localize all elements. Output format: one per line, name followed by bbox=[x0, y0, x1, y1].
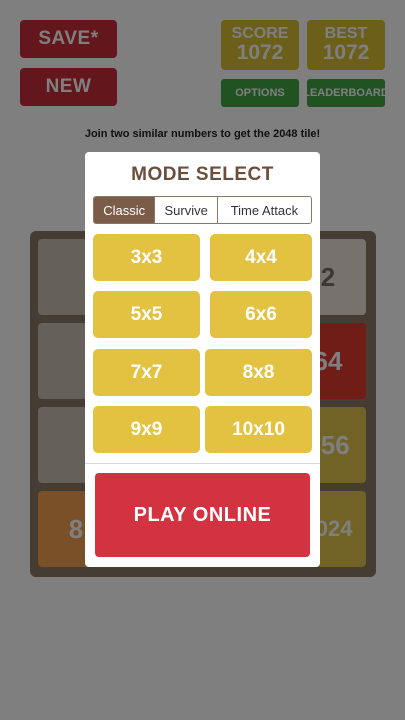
play-online-button[interactable]: PLAY ONLINE bbox=[95, 473, 310, 557]
mode-tabs: Classic Survive Time Attack bbox=[93, 196, 312, 224]
size-7x7-button[interactable]: 7x7 bbox=[93, 349, 200, 396]
size-6x6-button[interactable]: 6x6 bbox=[210, 291, 312, 338]
mode-select-dialog: MODE SELECT Classic Survive Time Attack … bbox=[85, 152, 320, 567]
dialog-title: MODE SELECT bbox=[131, 164, 274, 185]
size-9x9-button[interactable]: 9x9 bbox=[93, 406, 200, 453]
size-10x10-button[interactable]: 10x10 bbox=[205, 406, 312, 453]
divider bbox=[85, 463, 320, 464]
tab-time-attack[interactable]: Time Attack bbox=[217, 197, 311, 223]
size-4x4-button[interactable]: 4x4 bbox=[210, 234, 312, 281]
tab-classic[interactable]: Classic bbox=[94, 197, 156, 223]
tab-survive[interactable]: Survive bbox=[155, 197, 218, 223]
size-8x8-button[interactable]: 8x8 bbox=[205, 349, 312, 396]
size-5x5-button[interactable]: 5x5 bbox=[93, 291, 200, 338]
size-3x3-button[interactable]: 3x3 bbox=[93, 234, 200, 281]
